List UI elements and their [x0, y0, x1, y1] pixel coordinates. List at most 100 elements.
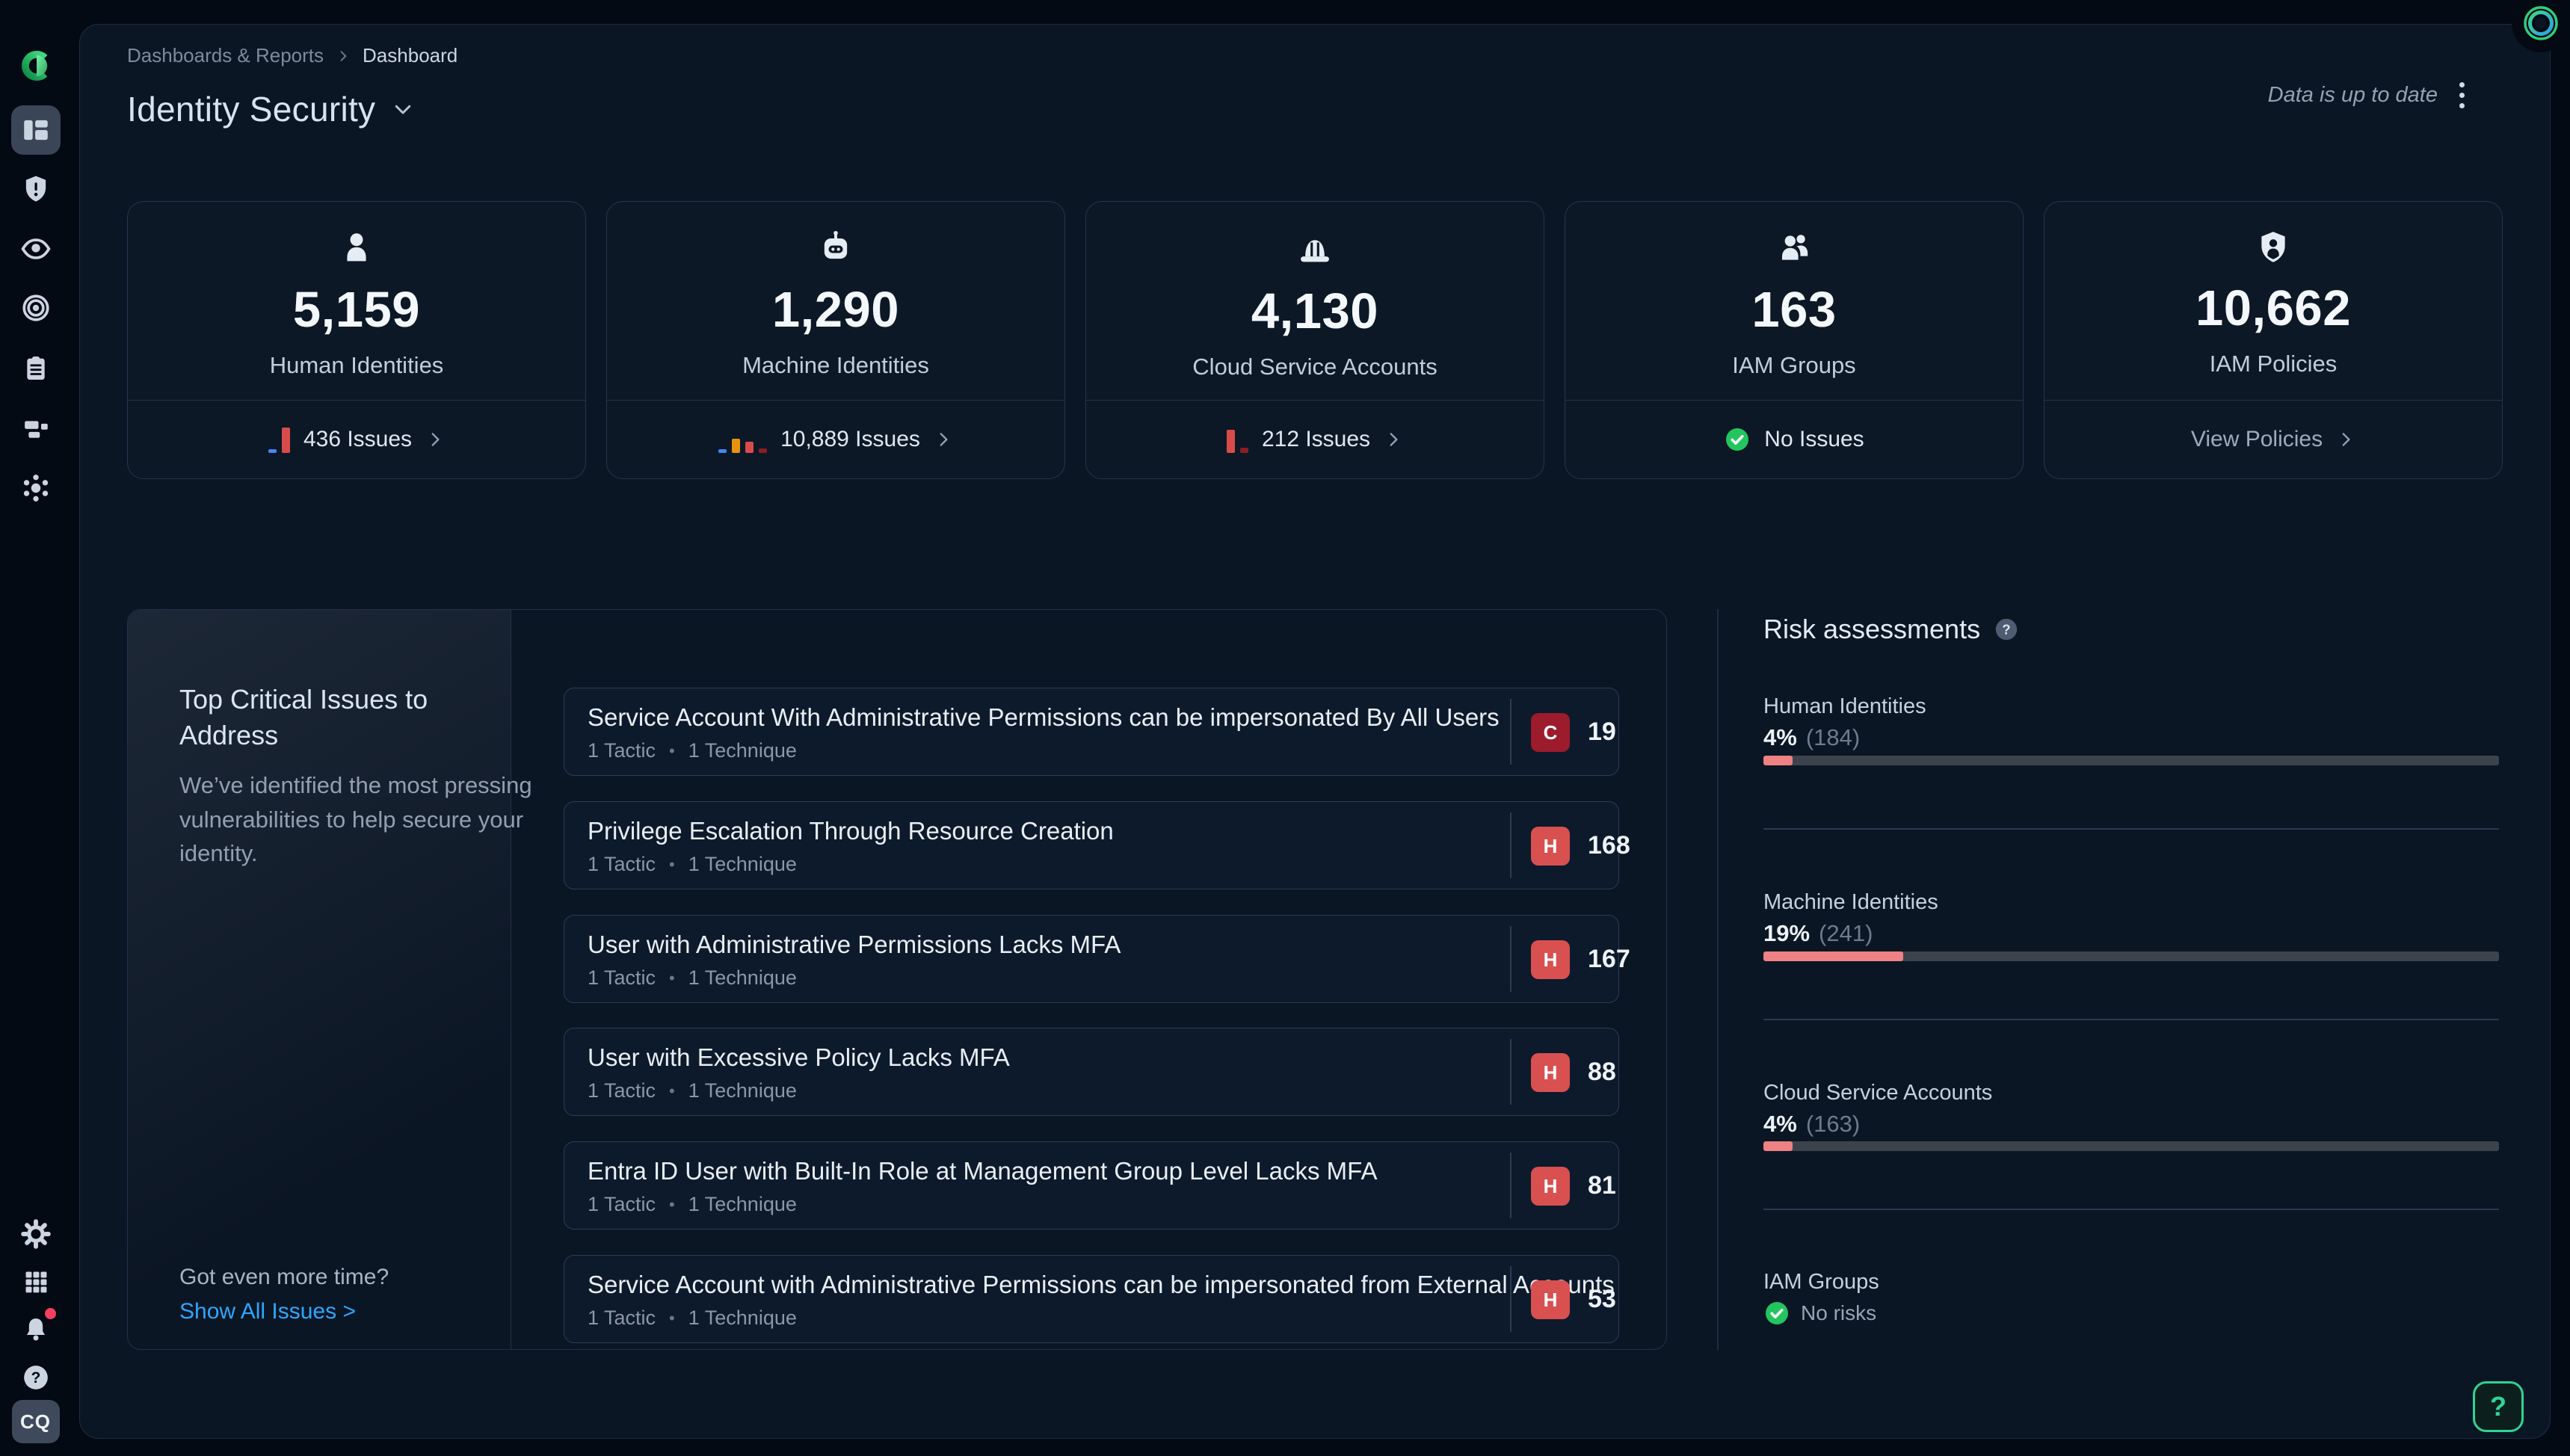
- stat-label: Human Identities: [270, 352, 444, 379]
- issue-meta: 1 Tactic • 1 Technique: [588, 739, 797, 762]
- chevron-right-icon: [2336, 430, 2355, 449]
- main-panel: Dashboards & Reports Dashboard Identity …: [79, 24, 2551, 1439]
- issue-row[interactable]: Service Account With Administrative Perm…: [564, 688, 1619, 776]
- sidebar: ? CQ: [0, 0, 71, 1456]
- risk-progress-bar: [1763, 1141, 2499, 1151]
- question-circle-icon[interactable]: ?: [1994, 617, 2019, 642]
- chevron-down-icon: [392, 98, 414, 120]
- severity-badge: H: [1531, 1167, 1570, 1206]
- more-options-button[interactable]: [2445, 78, 2478, 111]
- network-hub-icon: [19, 472, 52, 505]
- help-circle-icon: ?: [21, 1363, 51, 1392]
- human-identity-icon: [337, 229, 376, 268]
- issue-count: 19: [1588, 718, 1616, 747]
- view-policies-label: View Policies: [2191, 427, 2323, 452]
- risk-count: (184): [1806, 724, 1860, 751]
- issues-link-human[interactable]: 436 Issues: [128, 400, 585, 478]
- sidebar-item-target[interactable]: [0, 283, 71, 333]
- sidebar-item-apps[interactable]: [0, 1257, 71, 1307]
- avatar[interactable]: CQ: [12, 1400, 60, 1443]
- help-fab-button[interactable]: ?: [2473, 1381, 2524, 1432]
- sync-status-button[interactable]: [2522, 4, 2560, 42]
- severity-badge: H: [1531, 940, 1570, 979]
- sidebar-item-settings[interactable]: [0, 1209, 71, 1259]
- sidebar-item-dashboard[interactable]: [0, 105, 71, 155]
- chevron-right-icon: [934, 430, 953, 449]
- mini-bar-chart: [268, 426, 290, 453]
- no-issues-label: No Issues: [1764, 427, 1864, 452]
- divider: [1763, 828, 2499, 830]
- dashboard-title-dropdown[interactable]: Identity Security: [127, 89, 414, 129]
- top-critical-issues-card: Top Critical Issues to Address We’ve ide…: [127, 609, 1667, 1350]
- issue-row[interactable]: User with Excessive Policy Lacks MFA 1 T…: [564, 1028, 1619, 1116]
- chevron-right-icon: [336, 49, 351, 64]
- critical-issues-title: Top Critical Issues to Address: [179, 682, 486, 753]
- issues-link-cloud[interactable]: 212 Issues: [1086, 400, 1544, 478]
- page-title: Identity Security: [127, 89, 375, 129]
- stat-cards-row: 5,159 Human Identities 436 Issues: [127, 201, 2503, 479]
- sidebar-item-network[interactable]: [0, 463, 71, 513]
- sidebar-item-reports[interactable]: [0, 344, 71, 393]
- mini-bar-chart: [718, 426, 767, 453]
- view-policies-link[interactable]: View Policies: [2044, 400, 2502, 478]
- show-all-issues-link[interactable]: Show All Issues >: [179, 1299, 356, 1324]
- stat-value: 5,159: [293, 281, 420, 339]
- shield-alert-icon: [20, 173, 52, 205]
- severity-badge: C: [1531, 713, 1570, 752]
- divider: [1763, 1209, 2499, 1210]
- issues-count-label: 436 Issues: [303, 427, 412, 452]
- iam-groups-users-icon: [1775, 229, 1814, 268]
- shield-user-icon: [2255, 229, 2292, 266]
- notification-dot: [45, 1308, 56, 1319]
- sidebar-item-widgets[interactable]: [0, 404, 71, 453]
- risk-assessments-panel: Risk assessments ? Human Identities 4% (…: [1763, 609, 2499, 1350]
- no-risks-label: No risks: [1801, 1301, 1876, 1325]
- kebab-icon: [2459, 82, 2465, 87]
- severity-badge: H: [1531, 1053, 1570, 1092]
- help-fab-label: ?: [2490, 1391, 2506, 1422]
- breadcrumb-parent[interactable]: Dashboards & Reports: [127, 44, 324, 67]
- stat-card-machine-identities: 1,290 Machine Identities 10,889 Issues: [606, 201, 1065, 479]
- app-logo: [0, 46, 71, 85]
- section-divider: [1717, 609, 1719, 1350]
- stat-value: 4,130: [1251, 283, 1378, 340]
- issue-meta: 1 Tactic • 1 Technique: [588, 1079, 797, 1102]
- breadcrumb: Dashboards & Reports Dashboard: [127, 44, 457, 67]
- issue-row[interactable]: User with Administrative Permissions Lac…: [564, 915, 1619, 1003]
- chevron-right-icon: [425, 430, 445, 449]
- risk-item-label: Human Identities: [1763, 694, 1926, 719]
- dashboard-icon: [20, 114, 52, 146]
- no-risks-status: No risks: [1763, 1300, 1876, 1327]
- stat-value: 1,290: [772, 281, 899, 339]
- clipboard-icon: [21, 354, 51, 383]
- more-time-text: Got even more time?: [179, 1265, 389, 1290]
- stat-label: Cloud Service Accounts: [1192, 354, 1437, 380]
- issue-count: 167: [1588, 945, 1630, 974]
- issue-row[interactable]: Service Account with Administrative Perm…: [564, 1255, 1619, 1343]
- issue-title: User with Excessive Policy Lacks MFA: [588, 1043, 1010, 1072]
- sidebar-item-help[interactable]: ?: [0, 1353, 71, 1402]
- stat-label: Machine Identities: [742, 352, 929, 379]
- issue-meta: 1 Tactic • 1 Technique: [588, 966, 797, 990]
- risk-progress-bar: [1763, 756, 2499, 765]
- data-status-text: Data is up to date: [2268, 83, 2438, 108]
- issues-link-machine[interactable]: 10,889 Issues: [607, 400, 1064, 478]
- sidebar-item-notifications[interactable]: [0, 1305, 71, 1354]
- issue-count: 81: [1588, 1171, 1616, 1200]
- issue-title: Service Account With Administrative Perm…: [588, 703, 1500, 732]
- machine-robot-icon: [816, 229, 855, 268]
- sidebar-user-avatar[interactable]: CQ: [0, 1400, 71, 1443]
- issue-title: User with Administrative Permissions Lac…: [588, 931, 1121, 959]
- issue-row[interactable]: Privilege Escalation Through Resource Cr…: [564, 801, 1619, 889]
- blocks-icon: [20, 413, 52, 444]
- sidebar-item-visibility[interactable]: [0, 224, 71, 274]
- sidebar-item-threats[interactable]: [0, 164, 71, 214]
- stat-card-cloud-service-accounts: 4,130 Cloud Service Accounts 212 Issues: [1085, 201, 1544, 479]
- issue-title: Privilege Escalation Through Resource Cr…: [588, 817, 1114, 845]
- brand-logo-icon: [16, 46, 55, 85]
- issues-count-label: 212 Issues: [1262, 427, 1370, 452]
- issue-row[interactable]: Entra ID User with Built-In Role at Mana…: [564, 1141, 1619, 1230]
- stat-card-iam-groups: 163 IAM Groups No Issues: [1565, 201, 2024, 479]
- risk-progress-bar: [1763, 951, 2499, 961]
- chevron-right-icon: [1384, 430, 1403, 449]
